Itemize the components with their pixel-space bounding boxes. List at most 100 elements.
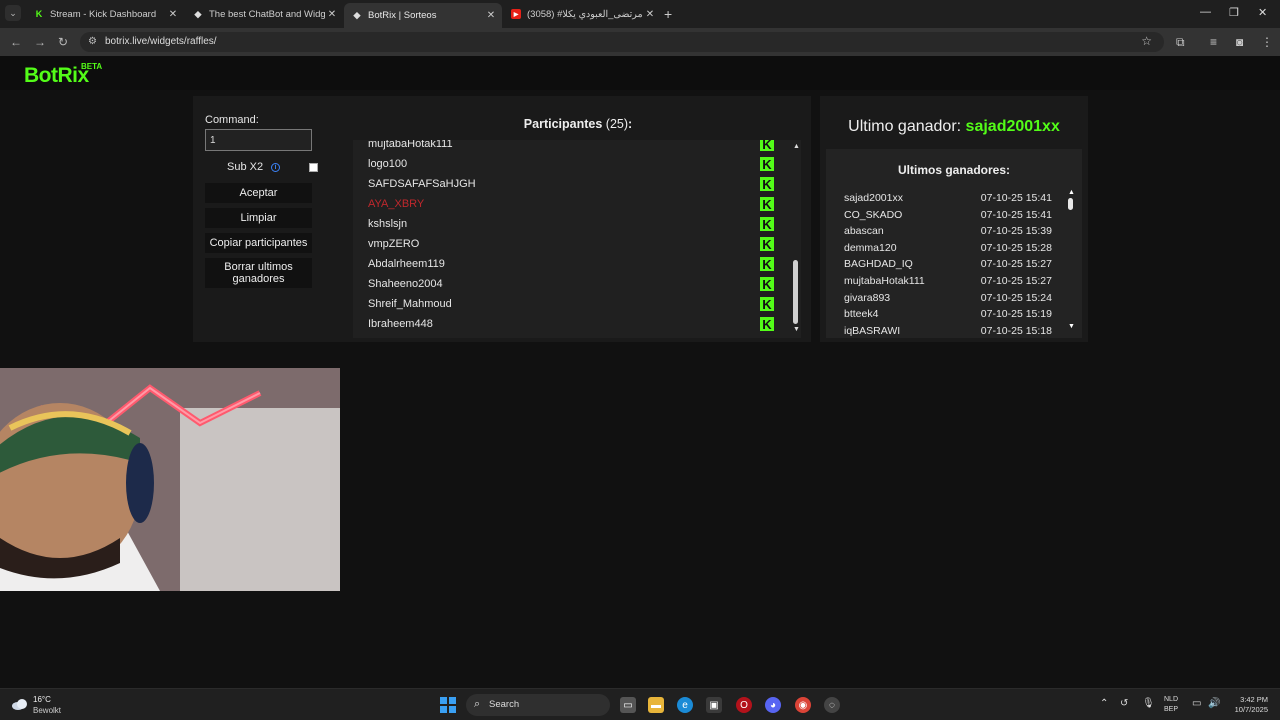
kick-platform-icon: K: [760, 317, 774, 332]
tab-botrix-sorteos[interactable]: ◆ BotRix | Sorteos ✕: [344, 3, 502, 28]
minimize-icon[interactable]: —: [1200, 6, 1211, 18]
discord-icon[interactable]: ◕: [765, 697, 781, 713]
task-view-icon[interactable]: ▭: [620, 697, 636, 713]
clear-button[interactable]: Limpiar: [205, 208, 312, 228]
scroll-down-icon[interactable]: ▼: [1068, 323, 1075, 330]
windows-start-icon[interactable]: [440, 697, 456, 713]
restore-icon[interactable]: ❐: [1229, 6, 1239, 19]
tab-search-icon[interactable]: ⌄: [5, 5, 21, 21]
close-icon[interactable]: ✕: [643, 9, 657, 20]
winner-name: btteek4: [844, 308, 879, 321]
participants-scrollbar[interactable]: ▲ ▼: [790, 140, 801, 338]
new-tab-icon[interactable]: +: [664, 6, 672, 22]
taskbar-search[interactable]: ⌕ Search: [466, 694, 610, 716]
accept-button[interactable]: Aceptar: [205, 183, 312, 203]
edge-icon[interactable]: e: [677, 697, 693, 713]
bookmark-star-icon[interactable]: ☆: [1141, 34, 1152, 48]
forward-icon[interactable]: →: [34, 35, 46, 49]
winner-name: givara893: [844, 291, 891, 304]
scroll-down-icon[interactable]: ▼: [793, 326, 800, 333]
show-hidden-icons-icon[interactable]: ⌃: [1100, 698, 1108, 709]
network-icon[interactable]: ▭: [1192, 698, 1201, 709]
tab-title: Stream - Kick Dashboard: [50, 8, 157, 20]
delete-winners-button[interactable]: Borrar ultimos ganadores: [205, 258, 312, 288]
participant-name: kshslsjn: [368, 218, 408, 230]
winners-scrollbar[interactable]: ▲ ▼: [1066, 189, 1076, 337]
scroll-up-icon[interactable]: ▲: [793, 143, 800, 150]
back-icon[interactable]: ←: [10, 35, 22, 49]
system-clock[interactable]: 3:42 PM 10/7/2025: [1224, 695, 1268, 715]
close-icon[interactable]: ✕: [166, 9, 180, 20]
winner-name: BAGHDAD_IQ: [844, 258, 913, 271]
kick-platform-icon: K: [760, 157, 774, 172]
winner-time: 07-10-25 15:41: [980, 192, 1052, 204]
scroll-thumb[interactable]: [1068, 198, 1073, 210]
info-icon[interactable]: i: [271, 163, 280, 172]
winner-name: mujtabaHotak111: [844, 275, 925, 287]
winners-list-title: Ultimos ganadores:: [897, 163, 1011, 177]
opera-icon[interactable]: O: [736, 697, 752, 713]
tab-kick-dashboard[interactable]: K Stream - Kick Dashboard ✕: [26, 3, 184, 25]
clock-time: 3:42 PM: [1240, 695, 1268, 704]
last-winner-label: Ultimo ganador:: [848, 118, 962, 135]
reload-icon[interactable]: ↻: [58, 35, 68, 49]
volume-icon[interactable]: 🔊: [1208, 698, 1220, 709]
url-text[interactable]: botrix.live/widgets/raffles/: [105, 36, 217, 47]
webcam-image: [0, 368, 340, 591]
store-icon[interactable]: ▣: [706, 697, 722, 713]
participant-row: Ibraheem448 K: [353, 315, 783, 335]
command-input[interactable]: [205, 129, 312, 151]
participant-row: vmpZERO K: [353, 235, 783, 255]
participants-colon: :: [628, 117, 633, 131]
winners-list-box[interactable]: Ultimos ganadores: sajad2001xx 07-10-25 1…: [826, 149, 1082, 338]
site-header: BotRix BETA: [0, 56, 1280, 90]
tab-youtube[interactable]: ▶ (3058) #مرتضى_العبودي يكلا... ✕: [503, 3, 661, 25]
weather-temp: 16°C: [33, 695, 51, 704]
more-menu-icon[interactable]: ⋮: [1261, 35, 1273, 49]
profile-icon[interactable]: ◙: [1236, 35, 1243, 49]
kick-platform-icon: K: [760, 237, 774, 252]
file-explorer-icon[interactable]: ▬: [648, 697, 664, 713]
tab-botrix-chatbot[interactable]: ◆ The best ChatBot and Widgets ✕: [185, 3, 343, 25]
close-icon[interactable]: ✕: [325, 9, 339, 20]
url-field[interactable]: ⚙ botrix.live/widgets/raffles/ ☆: [80, 32, 1164, 52]
botrix-logo[interactable]: BotRix: [24, 64, 89, 88]
sub-x2-option: Sub X2 i: [205, 161, 318, 175]
chrome-icon[interactable]: ◉: [795, 697, 811, 713]
participants-list[interactable]: mujtabaHotak111 Klogo100 K SAFDSAFAFSaHJGH K…: [353, 140, 801, 338]
close-icon[interactable]: ✕: [484, 10, 498, 21]
winner-name: sajad2001xx: [844, 192, 903, 204]
winner-row: CO_SKADO 07-10-25 15:41: [844, 209, 1052, 225]
botrix-icon: ◆: [194, 8, 202, 19]
tab-title: The best ChatBot and Widgets: [209, 8, 325, 20]
participant-name: Shreif_Mahmoud: [368, 298, 452, 310]
microphone-icon[interactable]: 🎙: [1142, 698, 1155, 709]
sub-x2-checkbox[interactable]: [309, 163, 318, 172]
participant-name: Abdalrheem119: [368, 258, 445, 270]
participant-name: vmpZERO: [368, 238, 420, 250]
scroll-thumb[interactable]: [793, 260, 798, 324]
botrix-icon: ◆: [353, 10, 361, 20]
winner-name: iqBASRAWI: [844, 324, 901, 337]
winner-time: 07-10-25 15:18: [980, 324, 1052, 337]
scroll-up-icon[interactable]: ▲: [1068, 189, 1075, 196]
participant-row: mujtabaHotak111 K: [353, 140, 783, 155]
copy-participants-button[interactable]: Copiar participantes: [205, 233, 312, 253]
participant-row: logo100 K: [353, 155, 783, 175]
extensions-icon[interactable]: ⧉: [1176, 35, 1185, 50]
sync-icon[interactable]: ↺: [1120, 698, 1128, 709]
kick-platform-icon: K: [760, 217, 774, 232]
app-icon[interactable]: ◌: [824, 697, 840, 713]
participants-label: Participantes: [523, 117, 603, 131]
kick-platform-icon: K: [760, 197, 774, 212]
participant-name: SAFDSAFAFSaHJGH: [368, 178, 476, 190]
winners-panel: Ultimo ganador: sajad2001xx Ultimos gana…: [820, 96, 1088, 342]
language-indicator[interactable]: NLD BEP: [1164, 695, 1178, 715]
participant-row: Shaheeno2004 K: [353, 275, 783, 295]
browser-tab-bar: ⌄ K Stream - Kick Dashboard ✕ ◆ The best…: [0, 0, 1280, 28]
media-control-icon[interactable]: ≡: [1210, 35, 1217, 49]
window-close-icon[interactable]: ✕: [1258, 6, 1267, 19]
site-info-icon[interactable]: ⚙: [88, 36, 97, 47]
participant-name: Shaheeno2004: [368, 278, 443, 290]
lang-bottom: BEP: [1164, 706, 1179, 713]
